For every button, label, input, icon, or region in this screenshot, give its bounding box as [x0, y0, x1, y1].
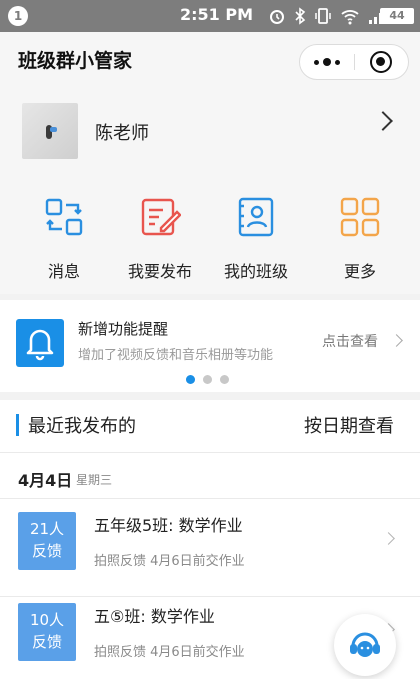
notice-subtitle: 增加了视频反馈和音乐相册等功能	[78, 348, 274, 363]
menu-item-label: 更多	[343, 262, 376, 281]
divider	[0, 452, 420, 453]
profile-name[interactable]: 陈老师	[95, 119, 149, 145]
more-options-button[interactable]	[300, 45, 354, 79]
app-header: 班级群小管家	[0, 32, 420, 86]
close-miniprogram-button[interactable]	[370, 51, 392, 73]
post-subtitle: 拍照反馈 4月6日前交作业	[94, 645, 245, 660]
notice-title: 新增功能提醒	[78, 320, 169, 338]
more-dot-icon	[323, 58, 331, 66]
chevron-right-icon[interactable]	[373, 111, 393, 131]
menu-item-label: 消息	[47, 262, 80, 281]
feature-notice-banner[interactable]: 新增功能提醒 增加了视频反馈和音乐相册等功能 点击查看	[0, 300, 420, 392]
grid-more-icon	[340, 197, 380, 237]
feedback-count: 10人	[29, 611, 65, 629]
post-row[interactable]: 21人 反馈 五年级5班: 数学作业 拍照反馈 4月6日前交作业	[0, 512, 420, 598]
feedback-count-badge: 21人 反馈	[18, 512, 76, 570]
section-accent-bar	[16, 414, 19, 436]
status-icons	[268, 6, 390, 26]
bluetooth-icon	[295, 7, 306, 25]
notice-bell-badge	[16, 319, 64, 367]
divider	[0, 498, 420, 499]
menu-item-messages[interactable]: 消息	[22, 196, 106, 286]
headset-icon	[350, 632, 380, 657]
menu-item-publish[interactable]: 我要发布	[118, 196, 202, 286]
post-title: 五⑤班: 数学作业	[94, 607, 215, 626]
date-heading: 4月4日	[18, 471, 73, 490]
wifi-icon	[341, 10, 359, 25]
miniprogram-capsule	[299, 44, 409, 80]
feedback-status: 反馈	[31, 633, 62, 651]
battery-icon: 44	[380, 8, 414, 24]
edit-document-icon	[141, 198, 181, 236]
avatar[interactable]	[22, 103, 78, 159]
feedback-count-badge: 10人 反馈	[18, 603, 76, 661]
avatar-figure-accent	[50, 127, 57, 132]
carousel-dot[interactable]	[220, 375, 229, 384]
more-dot-icon	[335, 59, 340, 65]
customer-service-button[interactable]	[334, 614, 396, 676]
carousel-dot[interactable]	[203, 375, 212, 384]
divider	[0, 596, 420, 597]
class-id-card-icon	[238, 197, 274, 237]
message-swap-icon	[45, 198, 83, 236]
app-title: 班级群小管家	[18, 50, 133, 72]
more-dot-icon	[314, 59, 319, 65]
section-title: 最近我发布的	[28, 416, 136, 437]
carousel-dot[interactable]	[186, 375, 195, 384]
chevron-right-icon[interactable]	[390, 334, 403, 347]
chevron-right-icon	[382, 532, 395, 545]
menu-item-label: 我要发布	[127, 262, 192, 281]
status-bar: 1 2:51 PM 44	[0, 0, 420, 32]
menu-item-my-class[interactable]: 我的班级	[214, 196, 298, 286]
post-subtitle: 拍照反馈 4月6日前交作业	[94, 554, 245, 569]
weekday-label: 星期三	[76, 473, 113, 487]
profile-card: 陈老师 消息 我要发布 我的班级 更多	[0, 86, 420, 294]
carousel-indicator	[186, 375, 229, 384]
feedback-status: 反馈	[31, 542, 62, 560]
feedback-count: 21人	[29, 520, 65, 538]
bell-icon	[26, 329, 54, 361]
vibrate-icon	[315, 8, 331, 24]
post-title: 五年级5班: 数学作业	[94, 516, 243, 535]
sort-by-date-link[interactable]: 按日期查看	[304, 412, 394, 438]
notification-count-badge: 1	[8, 6, 28, 26]
menu-item-more[interactable]: 更多	[318, 196, 402, 286]
capsule-divider	[354, 54, 355, 70]
status-time: 2:51 PM	[180, 5, 254, 24]
view-details-link[interactable]: 点击查看	[322, 331, 378, 351]
alarm-icon	[270, 10, 284, 24]
menu-item-label: 我的班级	[223, 262, 288, 281]
